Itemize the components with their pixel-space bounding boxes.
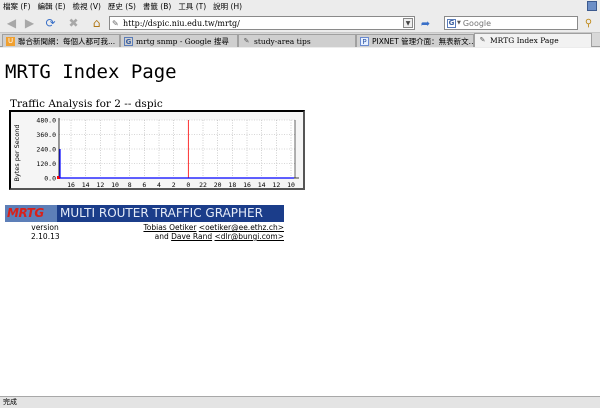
- tab-study-area[interactable]: ✎ study-area tips: [238, 34, 356, 47]
- menu-help[interactable]: 說明 (H): [213, 1, 242, 12]
- y-axis-label: Bytes per Second: [13, 124, 21, 181]
- mrtg-banner[interactable]: MRTG MULTI ROUTER TRAFFIC GRAPHER: [5, 205, 284, 222]
- tab-label: 聯合新聞網：每個人都可我...: [18, 36, 116, 46]
- x-tick-label: 22: [199, 181, 207, 188]
- page-content: MRTG Index Page Traffic Analysis for 2 -…: [0, 48, 600, 396]
- y-tick-label: 120.0: [36, 160, 56, 168]
- version-block: version 2.10.13: [31, 223, 60, 241]
- x-tick-label: 4: [157, 181, 161, 188]
- version-number: 2.10.13: [31, 232, 60, 241]
- tab-udn[interactable]: U 聯合新聞網：每個人都可我...: [2, 34, 120, 47]
- pixnet-icon: P: [360, 36, 369, 46]
- activity-throbber-icon: [587, 1, 597, 11]
- author-link-rand[interactable]: Dave Rand: [171, 232, 212, 241]
- navigation-toolbar: ◀ ▶ ⟳ ✖ ⌂ ✎ http://dspic.niu.edu.tw/mrtg…: [0, 12, 600, 33]
- page-icon: ✎: [112, 18, 119, 28]
- author-link-oetiker[interactable]: Tobias Oetiker: [143, 223, 196, 232]
- url-bar[interactable]: ✎ http://dspic.niu.edu.tw/mrtg/ ▼: [109, 16, 415, 30]
- menu-bar: 檔案 (F) 編輯 (E) 檢視 (V) 歷史 (S) 書籤 (B) 工具 (T…: [0, 0, 600, 12]
- reload-icon[interactable]: ⟳: [43, 15, 58, 30]
- x-tick-label: 16: [243, 181, 251, 188]
- tab-bar: U 聯合新聞網：每個人都可我... G mrtg snmp - Google 搜…: [0, 33, 600, 47]
- x-tick-label: 6: [142, 181, 146, 188]
- x-tick-label: 12: [96, 181, 104, 188]
- traffic-graph-link[interactable]: 480.0 360.0 240.0 120.0 0.0 16 14 12 10 8 6 4 2 0 22 20…: [9, 110, 305, 190]
- page-icon: ✎: [243, 36, 250, 45]
- search-bar: G ▼: [444, 16, 578, 30]
- url-text[interactable]: http://dspic.niu.edu.tw/mrtg/: [123, 19, 403, 28]
- tab-label: MRTG Index Page: [490, 36, 559, 45]
- x-tick-label: 8: [128, 181, 132, 188]
- stop-icon[interactable]: ✖: [66, 15, 81, 30]
- traffic-chart: 480.0360.0240.0120.00.016 14 12 10 8 6 4 2 0 22 20…: [13, 117, 299, 188]
- x-tick-label: 14: [82, 181, 90, 188]
- credit-and: and: [154, 232, 169, 241]
- x-tick-label: 18: [228, 181, 236, 188]
- menu-history[interactable]: 歷史 (S): [108, 1, 136, 12]
- x-tick-label: 16: [67, 181, 75, 188]
- menu-file[interactable]: 檔案 (F): [3, 1, 31, 12]
- search-magnifier-icon[interactable]: ⚲: [582, 16, 595, 30]
- x-tick-label: 20: [214, 181, 222, 188]
- forward-arrow-icon[interactable]: ▶: [22, 15, 37, 30]
- google-icon[interactable]: G: [447, 18, 456, 28]
- menu-bookmarks[interactable]: 書籤 (B): [143, 1, 171, 12]
- tab-label: study-area tips: [254, 36, 311, 46]
- menu-view[interactable]: 檢視 (V): [73, 1, 101, 12]
- page-title: MRTG Index Page: [5, 61, 177, 83]
- page-icon: ✎: [479, 36, 486, 44]
- menu-tools[interactable]: 工具 (T): [178, 1, 206, 12]
- mrtg-tagline: MULTI ROUTER TRAFFIC GRAPHER: [57, 205, 284, 222]
- status-bar: 完成: [0, 396, 600, 408]
- url-history-dropdown-icon[interactable]: ▼: [403, 18, 413, 28]
- y-tick-label: 240.0: [36, 146, 56, 154]
- home-icon[interactable]: ⌂: [89, 15, 104, 30]
- google-icon: G: [124, 36, 133, 46]
- tab-google-search[interactable]: G mrtg snmp - Google 搜尋: [120, 34, 238, 47]
- x-tick-label: 2: [172, 181, 176, 188]
- x-tick-label: 10: [287, 181, 295, 188]
- x-tick-label: 12: [272, 181, 280, 188]
- y-tick-label: 360.0: [36, 131, 56, 139]
- search-input[interactable]: [462, 18, 573, 28]
- tab-pixnet[interactable]: P PIXNET 管理介面：無表新文...: [356, 34, 474, 47]
- y-tick-label: 480.0: [36, 117, 56, 125]
- email-link-oetiker[interactable]: <oetiker@ee.ethz.ch>: [199, 223, 284, 232]
- back-arrow-icon[interactable]: ◀: [4, 15, 19, 30]
- mrtg-logo: MRTG: [5, 205, 57, 222]
- version-label: version: [31, 223, 59, 232]
- y-tick-label: 0.0: [44, 175, 56, 183]
- x-tick-label: 10: [111, 181, 119, 188]
- menu-edit[interactable]: 編輯 (E): [38, 1, 66, 12]
- email-link-rand[interactable]: <dlr@bungi.com>: [214, 232, 284, 241]
- go-button-icon[interactable]: ➦: [419, 16, 432, 30]
- x-tick-label: 14: [258, 181, 266, 188]
- credits-block: Tobias Oetiker <oetiker@ee.ethz.ch> and …: [143, 223, 284, 241]
- x-tick-label: 0: [186, 181, 190, 188]
- graph-heading: Traffic Analysis for 2 -- dspic: [10, 98, 163, 110]
- tab-label: mrtg snmp - Google 搜尋: [136, 36, 229, 46]
- engine-dropdown-icon[interactable]: ▼: [457, 20, 461, 26]
- tab-label: PIXNET 管理介面：無表新文...: [372, 36, 473, 46]
- newspaper-icon: U: [6, 36, 15, 46]
- tab-mrtg-index[interactable]: ✎ MRTG Index Page: [474, 33, 592, 47]
